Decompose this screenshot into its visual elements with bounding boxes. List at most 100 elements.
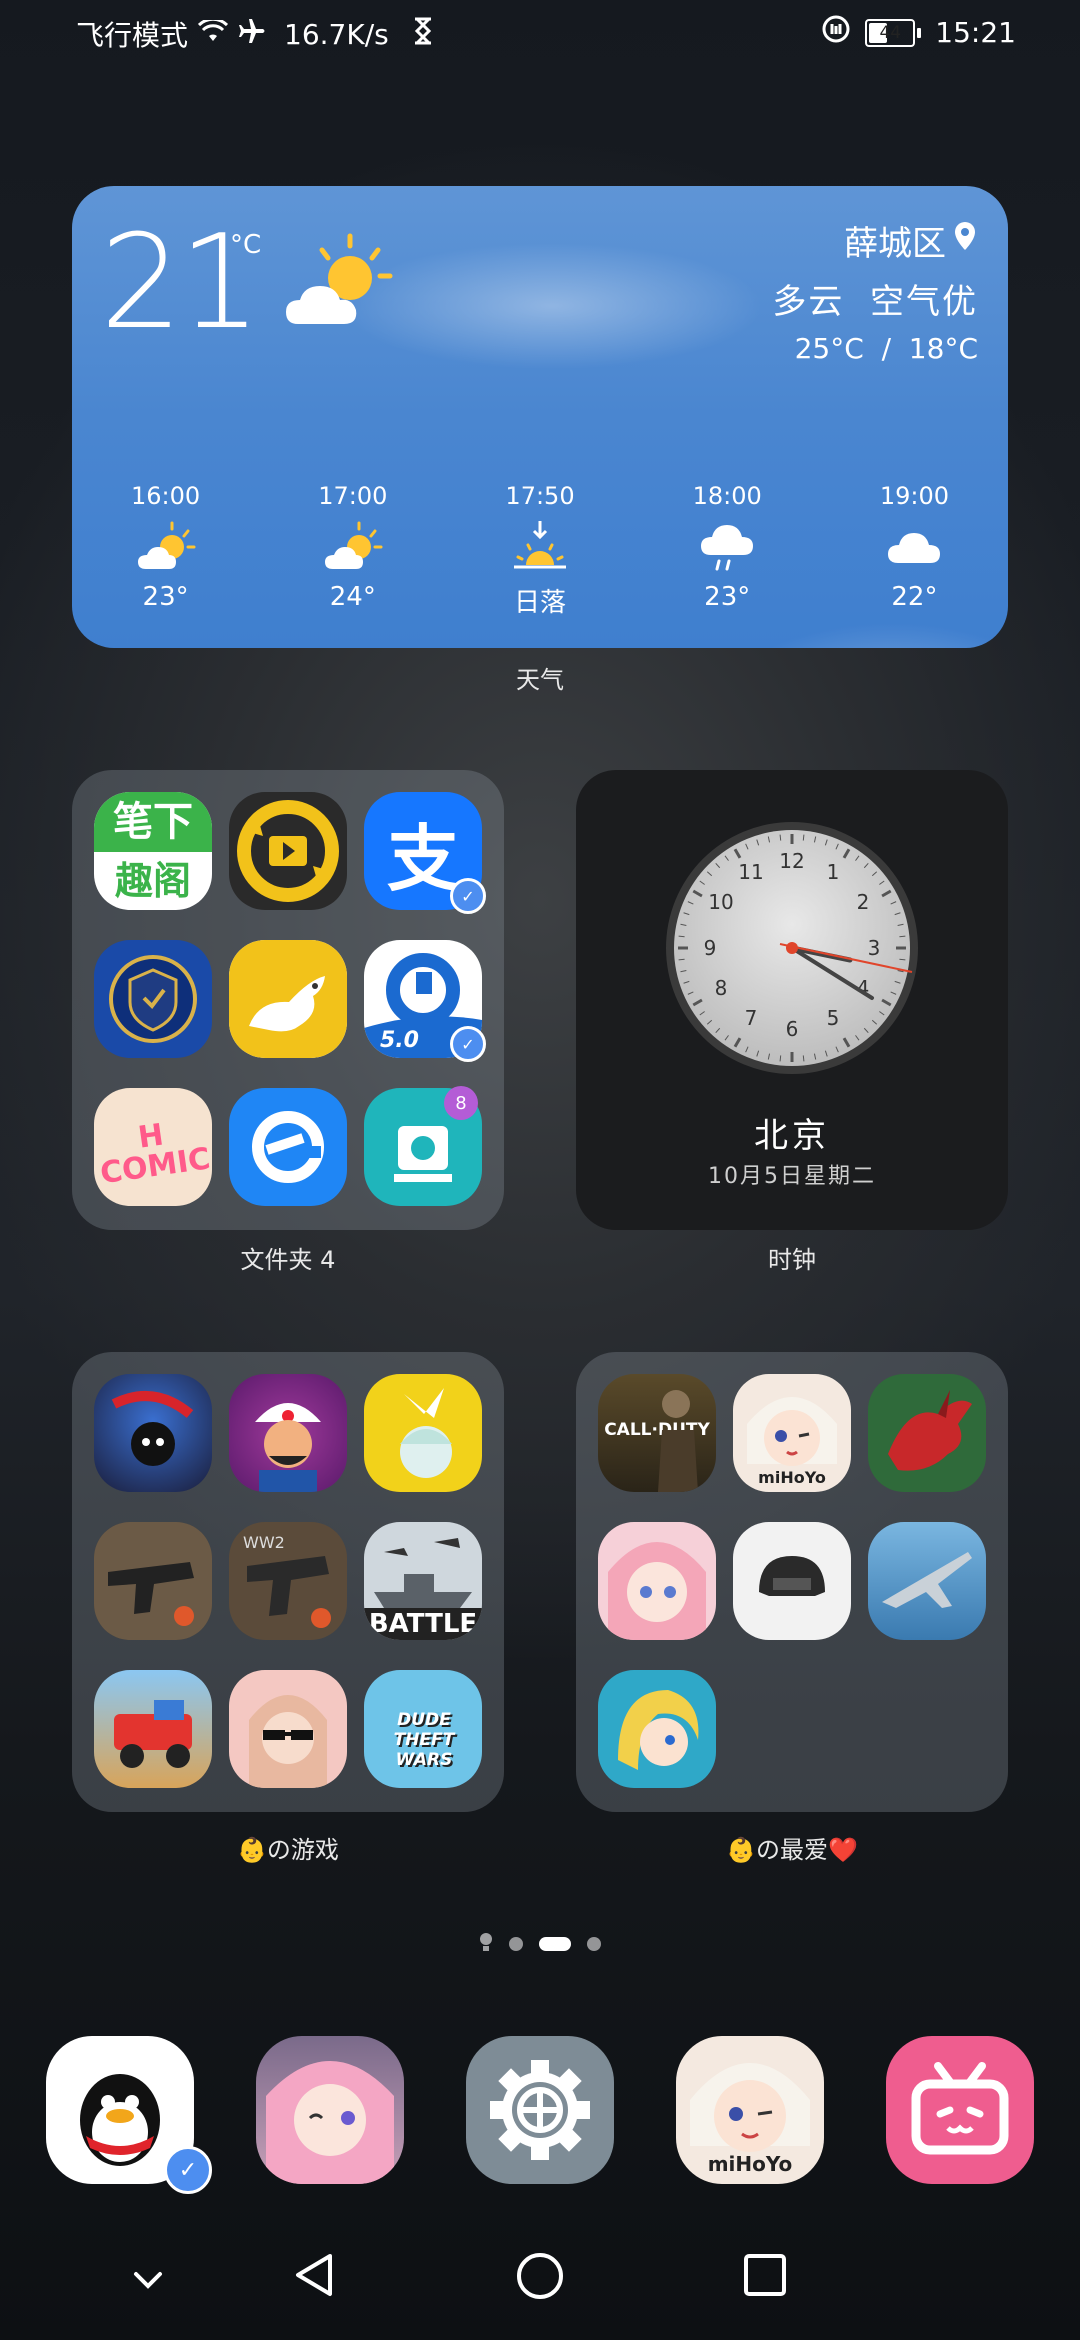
wifi-icon	[197, 17, 229, 51]
forecast-time: 16:00	[131, 482, 201, 510]
forecast-value: 22°	[891, 582, 938, 612]
app-text: miHoYo	[707, 2152, 793, 2176]
truck-icon	[114, 1700, 192, 1768]
partly-sunny-icon	[323, 516, 383, 578]
pistol-icon: WW2	[243, 1533, 331, 1628]
pink-hair-girl-app[interactable]	[598, 1522, 716, 1640]
clock-number: 3	[868, 936, 881, 960]
clock-widget[interactable]: 12 1 2 3 4 5 6 7 8 9 10 11 北京 10月5日星期二	[576, 770, 1008, 1230]
sunset-icon	[510, 516, 570, 578]
folder-4[interactable]: 笔下 趣阁 支 ✓ 5.0 ✓ H COMIC 8	[72, 770, 504, 1230]
ww2-weapons-app[interactable]: WW2	[229, 1522, 347, 1640]
ele-me-app[interactable]	[229, 1088, 347, 1206]
clock-number: 6	[786, 1017, 799, 1041]
verified-badge-icon: ✓	[164, 2146, 212, 2194]
battleship-app[interactable]: BATTLE	[364, 1522, 482, 1640]
gear-tooth	[531, 2060, 549, 2080]
truck-game-app[interactable]	[94, 1670, 212, 1788]
location-pin-icon	[952, 220, 978, 261]
bixia-reader-app[interactable]: 笔下 趣阁	[94, 792, 212, 910]
clock-tick	[899, 958, 906, 961]
analog-clock: 12 1 2 3 4 5 6 7 8 9 10 11	[666, 822, 918, 1074]
clock-number: 10	[708, 890, 733, 914]
games-folder[interactable]: WW2 BATTLE DUDE THEFT WARS	[72, 1352, 504, 1812]
call-of-duty-app[interactable]: CALL·DUTY	[598, 1374, 716, 1492]
favorites-folder[interactable]: CALL·DUTY miHoYo	[576, 1352, 1008, 1812]
clock-number: 11	[738, 860, 763, 884]
anime-girl-app[interactable]	[364, 1374, 482, 1492]
blonde-hero-app[interactable]	[598, 1670, 716, 1788]
genshin-app[interactable]: miHoYo	[733, 1374, 851, 1492]
clock-date: 10月5日星期二	[708, 1164, 876, 1189]
dragon-app[interactable]	[868, 1374, 986, 1492]
video-app[interactable]	[229, 792, 347, 910]
genshin-dock-app[interactable]: miHoYo	[676, 2036, 824, 2184]
verified-badge-icon: ✓	[450, 1026, 486, 1062]
jet-fighter-app[interactable]	[868, 1522, 986, 1640]
page-dot[interactable]	[509, 1937, 523, 1951]
svg-text:WW2: WW2	[243, 1533, 285, 1552]
clock-tick	[779, 834, 782, 841]
anime-glasses-app[interactable]	[229, 1670, 347, 1788]
clock-number: 5	[827, 1006, 840, 1030]
ele-logo-icon	[252, 1111, 324, 1183]
weather-widget-label: 天气	[516, 666, 564, 694]
forecast-time: 18:00	[692, 482, 762, 510]
clock-time: 15:21	[935, 16, 1016, 49]
blonde-character-icon	[618, 1690, 699, 1770]
app-text: 5.0	[380, 1028, 419, 1053]
forecast-item: 17:50 日落	[446, 482, 633, 619]
gun-icon	[94, 1522, 212, 1640]
page-dot-active[interactable]	[539, 1937, 571, 1951]
page-indicator	[0, 1932, 1080, 1956]
shield-badge-icon	[109, 955, 197, 1043]
app-text: 趣阁	[114, 859, 191, 903]
back-icon[interactable]	[292, 2250, 336, 2304]
ninja-icon	[111, 1391, 194, 1466]
battery-level: 44	[879, 22, 902, 43]
clock-tick	[678, 958, 685, 961]
pubg-helmet-app[interactable]	[733, 1522, 851, 1640]
recents-icon[interactable]	[742, 2252, 788, 2302]
verified-badge-icon: ✓	[450, 878, 486, 914]
bilibili-app[interactable]	[886, 2036, 1034, 2184]
hcomic-app[interactable]: H COMIC	[94, 1088, 212, 1206]
forecast-value: 23°	[704, 582, 751, 612]
location-name: 薛城区	[844, 224, 946, 264]
rain-icon	[697, 516, 757, 578]
chevron-down-icon[interactable]	[128, 2260, 168, 2304]
home-icon[interactable]	[514, 2250, 566, 2306]
location: 薛城区	[844, 216, 978, 265]
gun-armory-app[interactable]	[94, 1522, 212, 1640]
shadow-fight-app[interactable]	[94, 1374, 212, 1492]
anti-fraud-app[interactable]	[94, 940, 212, 1058]
forecast-time: 19:00	[879, 482, 949, 510]
navigation-bar	[0, 2240, 1080, 2320]
folder-4-label: 文件夹 4	[240, 1246, 336, 1274]
page-dot[interactable]	[587, 1937, 601, 1951]
dude-theft-wars-app[interactable]: DUDE THEFT WARS	[364, 1670, 482, 1788]
hourly-forecast: 16:00 23° 17:00 24° 17:50 日落 18:00 23° 1…	[72, 482, 1008, 619]
clock-number: 9	[704, 936, 717, 960]
app-text: 笔下	[94, 792, 212, 852]
clock-city: 北京	[754, 1116, 830, 1156]
settings-app[interactable]	[466, 2036, 614, 2184]
hourglass-icon	[413, 17, 433, 52]
forecast-time: 17:50	[505, 482, 575, 510]
weather-widget[interactable]: 21 °C 薛城区 多云 空气优 25°C / 18°C 16:00 23° 1…	[72, 186, 1008, 648]
jet-icon	[882, 1552, 972, 1608]
anime-character-icon	[400, 1388, 452, 1478]
gear-tooth	[490, 2101, 510, 2119]
notification-badge: 8	[444, 1086, 478, 1120]
dock: ✓ miHoYo	[0, 2036, 1080, 2194]
kangaroo-app[interactable]	[229, 940, 347, 1058]
genie-icon	[255, 1403, 321, 1492]
bulb-icon	[479, 1932, 493, 1956]
anime-pink-app[interactable]	[256, 2036, 404, 2184]
akinator-app[interactable]	[229, 1374, 347, 1492]
kangaroo-icon	[229, 940, 347, 1058]
clock-tick	[899, 935, 906, 938]
sunglasses-character-icon	[249, 1695, 327, 1788]
app-text: H COMIC	[98, 1117, 212, 1192]
forecast-time: 17:00	[318, 482, 388, 510]
